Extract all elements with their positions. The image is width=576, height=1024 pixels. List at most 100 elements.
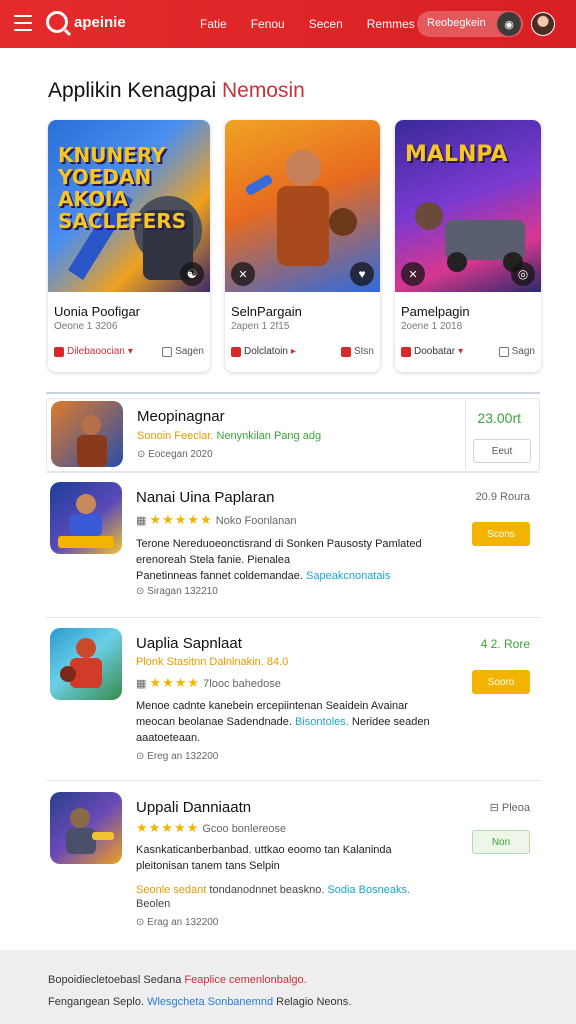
row-separator — [46, 780, 540, 781]
desc-line-2: pleitonisan tanem tans Selpin — [136, 860, 280, 872]
get-button-label: Sooro — [487, 676, 515, 688]
get-button-label: Non — [491, 836, 511, 848]
get-button-label: Eeut — [491, 445, 513, 457]
star-rating: ★★★★ — [149, 675, 201, 690]
tools-icon[interactable]: ✕ — [231, 262, 255, 286]
desc-line-1: Terone Nereduoeonctisrand di Sonken Paus… — [136, 538, 422, 550]
item-meta-orange: Sonoin Feeclar. — [137, 430, 214, 442]
item-price: ⊟ Pleoa — [489, 802, 530, 814]
star-rating: ★★★★★ — [149, 512, 213, 527]
item-title: Meopinagnar — [137, 408, 225, 425]
nav-item-2[interactable]: Fenou — [251, 17, 285, 31]
app-thumbnail — [50, 628, 122, 700]
card-title: SelnPargain — [231, 304, 302, 319]
footer-text-3: Relagio Neons. — [276, 996, 352, 1008]
section-title-main: Applikin Kenagpai — [48, 79, 217, 102]
user-avatar[interactable] — [531, 12, 555, 36]
thumbnail-art — [60, 638, 102, 688]
desc-link[interactable]: Sapeakcnonatais — [306, 570, 390, 582]
item-footer-top: Beolen — [136, 898, 171, 910]
list-item[interactable]: Meopinagnar Sonoin Feeclar. Nenynkilan P… — [46, 398, 540, 472]
footer-link-2[interactable]: Wlesgcheta Sonbanemnd — [147, 996, 273, 1008]
nav-item-4[interactable]: Remmes — [367, 17, 415, 31]
rating-text: 7looc bahedose — [203, 678, 281, 690]
item-description: Terone Nereduoeonctisrand di Sonken Paus… — [136, 536, 496, 584]
checkbox-icon — [162, 346, 173, 357]
item-date: Eocegan 2020 — [148, 449, 213, 460]
game-artwork: KNUNERY YOEDAN AKOIA SACLEFERS ☯ — [48, 120, 210, 292]
list-item[interactable]: Nanai Uina Paplaran ▦ ★★★★★ Noko Foonlan… — [46, 480, 540, 616]
get-button[interactable]: Non — [472, 830, 530, 854]
store-icon — [54, 346, 64, 357]
app-logo[interactable]: apeinie — [46, 11, 126, 33]
section-divider — [46, 392, 540, 394]
heart-icon[interactable]: ♥ — [350, 262, 374, 286]
save-label: Sagen — [175, 346, 204, 357]
save-label: Stsn — [353, 346, 374, 357]
top-nav: Fatie Fenou Secen Remmes — [200, 17, 415, 31]
item-footer: ⊙ Eocegan 2020 — [137, 449, 213, 460]
search-input[interactable]: Reobegkein ◉ — [417, 11, 523, 37]
controller-icon[interactable]: ☯ — [180, 262, 204, 286]
item-price: 4 2. Rore — [480, 637, 530, 651]
featured-card[interactable]: MALNPA ✕ ◎ Pamelpagin 2oene 1 2018 Dooba… — [395, 120, 541, 372]
featured-card[interactable]: KNUNERY YOEDAN AKOIA SACLEFERS ☯ Uonia P… — [48, 120, 210, 372]
desc-line-3-text: Panetinneas fannet coldemandae. — [136, 570, 303, 582]
item-footer: ⊙ Siragan 132210 — [136, 586, 218, 597]
get-button[interactable]: Scons — [472, 522, 530, 546]
shield-icon[interactable]: ◎ — [511, 262, 535, 286]
footer-line-2: Fengangean Seplo. Wlesgcheta Sonbanemnd … — [48, 996, 351, 1008]
top-bar: apeinie Fatie Fenou Secen Remmes Reobegk… — [0, 0, 576, 48]
card-subtitle: Oeone 1 3206 — [54, 321, 118, 332]
item-price: 23.00rt — [477, 410, 521, 426]
desc-line-1: Menoe cadnte kanebein ercepiintenan Seai… — [136, 700, 408, 712]
store-icon — [231, 346, 241, 357]
item-date: Erag an 132200 — [147, 917, 219, 928]
store-link[interactable]: Dolclatoin ▸ — [231, 346, 296, 357]
desc-line-1: Kasnkaticanberbanbad. uttkao eoomo tan K… — [136, 844, 392, 856]
artwork-title: KNUNERY YOEDAN AKOIA SACLEFERS — [58, 143, 187, 233]
save-button[interactable]: Stsn — [340, 346, 374, 357]
card-subtitle: 2oene 1 2018 — [401, 321, 463, 332]
app-thumbnail — [51, 401, 123, 467]
footer-line-1: Bopoidiecletoebasl Sedana Feaplice cemen… — [48, 974, 307, 986]
list-item[interactable]: Uppali Danniaatn ★★★★★ Gcoo bonlereose K… — [46, 790, 540, 940]
page-footer: Bopoidiecletoebasl Sedana Feaplice cemen… — [0, 950, 576, 1024]
tools-icon[interactable]: ✕ — [401, 262, 425, 286]
rating-text: Noko Foonlanan — [215, 515, 297, 527]
rating-text: Gcoo bonlereose — [202, 823, 287, 835]
artwork-title: MALNPA — [405, 142, 508, 167]
get-button[interactable]: Eeut — [473, 439, 531, 463]
item-title: Nanai Uina Paplaran — [136, 489, 275, 506]
desc-link[interactable]: Sodia Bosneaks. — [327, 884, 410, 896]
list-item[interactable]: Uaplia Sapnlaat Plonk Stasitnn Dalnlnaki… — [46, 626, 540, 778]
desc-line-2-tail: Neridee seaden — [351, 716, 430, 728]
desc-link[interactable]: Bisontoles. — [295, 716, 349, 728]
game-artwork: MALNPA ✕ ◎ — [395, 120, 541, 292]
get-button-label: Scons — [487, 528, 515, 540]
nav-item-3[interactable]: Secen — [309, 17, 343, 31]
store-link[interactable]: Dilebaoocian ▾ — [54, 346, 133, 357]
footer-link-1[interactable]: Feaplice cemenlonbalgo. — [184, 974, 306, 986]
item-meta-green: Nenynkilan Pang adg — [216, 430, 322, 442]
save-label: Sagn — [511, 346, 535, 357]
item-meta-orange: Plonk Stasitnn Dalnlnakin. 84.0 — [136, 656, 289, 668]
card-title: Uonia Poofigar — [54, 304, 140, 319]
item-meta-grey: tondanodnnet beaskno. — [209, 884, 325, 896]
nav-item-1[interactable]: Fatie — [200, 17, 227, 31]
desc-line-2-text: meocan beolanae Sadendnade. — [136, 716, 292, 728]
store-label: Doobatar — [414, 346, 456, 357]
save-button[interactable]: Sagen — [162, 346, 204, 357]
store-label: Dilebaoocian — [67, 346, 125, 357]
featured-card[interactable]: ✕ ♥ SelnPargain 2apen 1 2f15 Dolclatoin … — [225, 120, 380, 372]
get-button[interactable]: Sooro — [472, 670, 530, 694]
store-link[interactable]: Doobatar ▾ — [401, 346, 463, 357]
game-artwork: ✕ ♥ — [225, 120, 380, 292]
footer-text-2: Fengangean Seplo. — [48, 996, 145, 1008]
footer-text-1: Bopoidiecletoebasl Sedana — [48, 974, 182, 986]
save-button[interactable]: Sagn — [498, 346, 535, 357]
hamburger-menu-icon[interactable] — [14, 15, 32, 31]
item-tags: Seonle sedant tondanodnnet beaskno. Sodi… — [136, 884, 410, 896]
chat-bubble-icon[interactable]: ◉ — [497, 12, 521, 36]
section-title-accent: Nemosin — [221, 79, 305, 102]
